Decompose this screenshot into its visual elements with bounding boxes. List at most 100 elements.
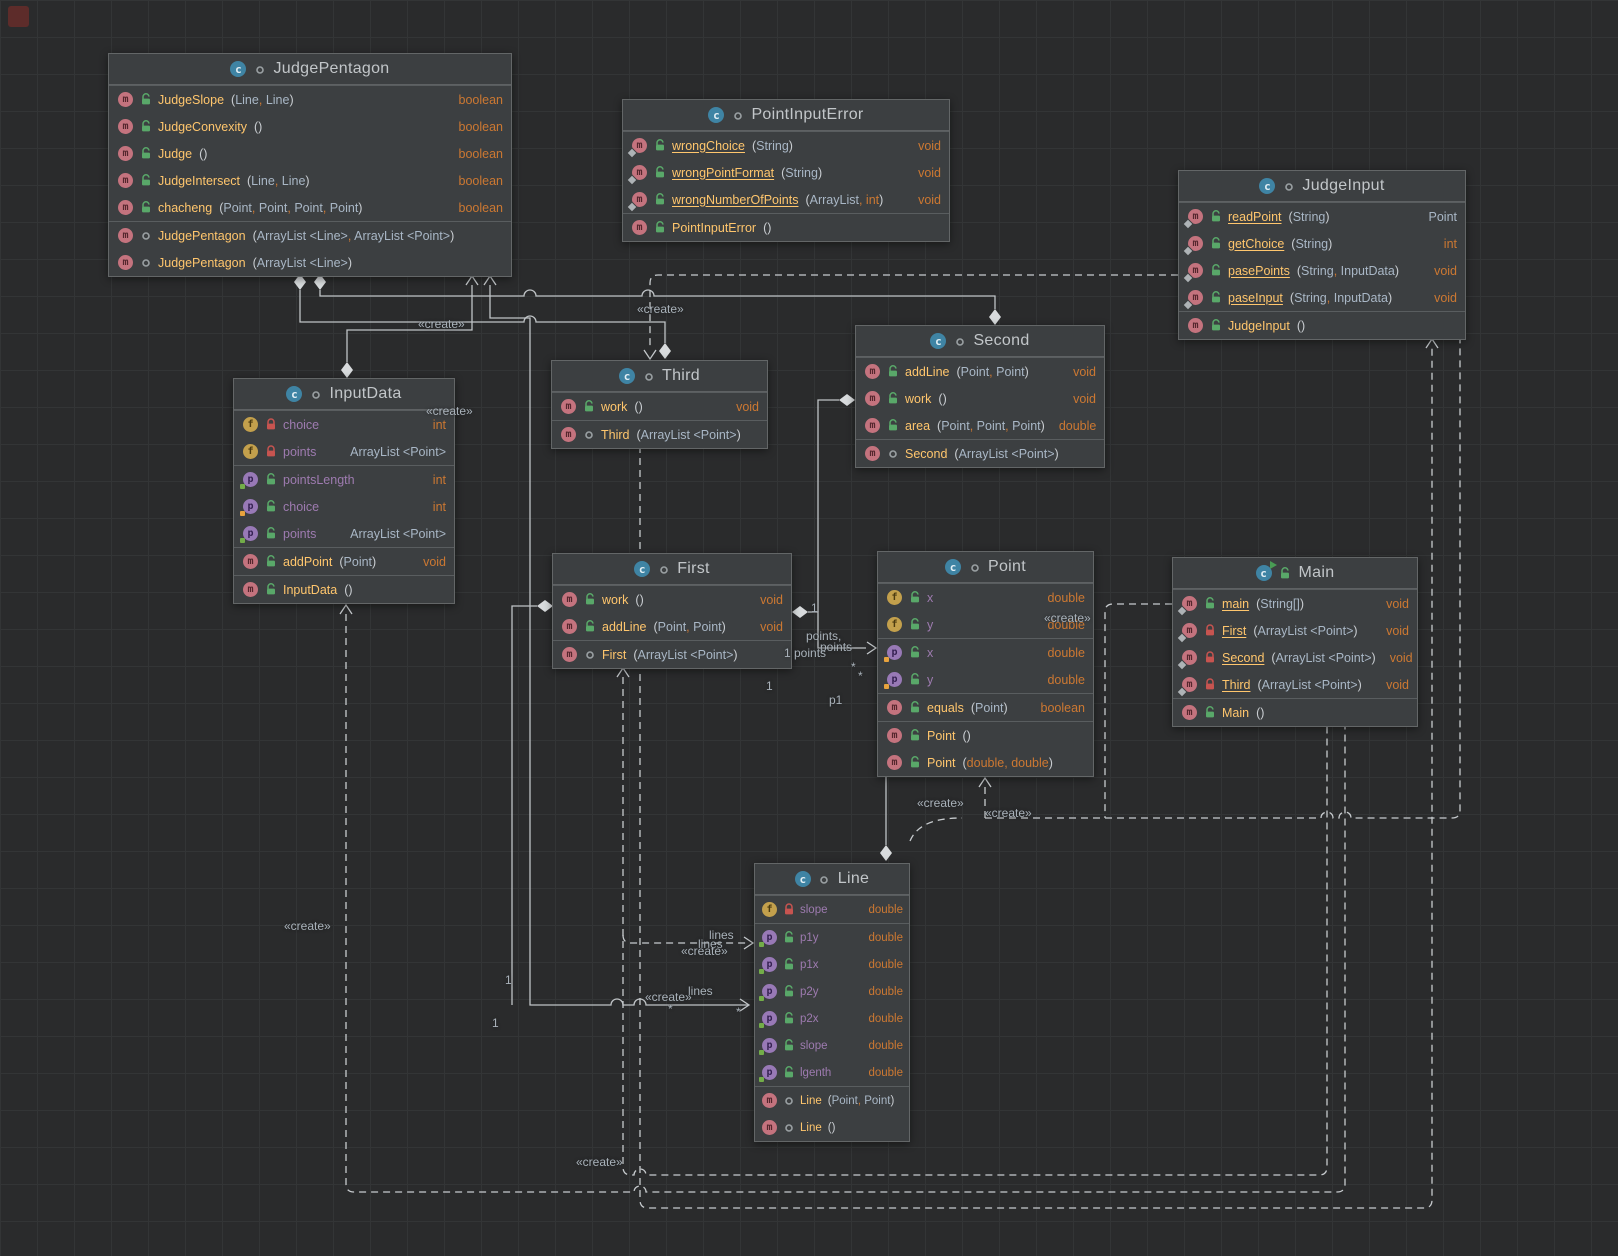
member-row[interactable]: p lgenth double [755,1059,909,1086]
property-icon: p [759,1065,777,1082]
visibility-package-icon [653,221,666,234]
member-row[interactable]: p p1x double [755,951,909,978]
member-row[interactable]: f slope double [755,896,909,923]
member-row[interactable]: m main (String[]) void [1173,590,1417,617]
member-row[interactable]: m addLine (Point, Point) void [856,358,1104,385]
member-section: m Point () m Point (double, double) [878,721,1093,776]
member-return-type: void [423,554,446,569]
member-row[interactable]: m paseInput (String, InputData) void [1179,284,1465,311]
member-row[interactable]: m JudgePentagon (ArrayList <Line>) [109,249,511,276]
member-row[interactable]: m First (ArrayList <Point>) void [1173,617,1417,644]
member-row[interactable]: p points ArrayList <Point> [234,520,454,547]
static-badge [1177,660,1187,670]
member-row[interactable]: m addPoint (Point) void [234,548,454,575]
member-row[interactable]: m First (ArrayList <Point>) [553,641,791,668]
member-row[interactable]: p p2y double [755,978,909,1005]
class-box-Point[interactable]: c Point f x double f y double p x double p y double m e… [877,551,1094,777]
class-box-PointInputError[interactable]: c PointInputError m wrongChoice (String) void… [622,99,950,242]
class-box-Third[interactable]: c Third m work () void m Third (ArrayList <Point… [551,360,768,449]
member-return-type: void [1389,650,1413,665]
class-box-Line[interactable]: c Line f slope double p p1y double p p1x double p p2… [754,863,910,1142]
visibility-package-icon [653,166,666,179]
member-row[interactable]: m JudgePentagon (ArrayList <Line>, ArrayLi… [109,222,511,249]
member-row[interactable]: m wrongChoice (String) void [623,132,949,159]
member-row[interactable]: p x double [878,639,1093,666]
method-icon: m [118,173,133,188]
member-row[interactable]: m JudgeIntersect (Line, Line) boolean [109,167,511,194]
member-row[interactable]: m work () void [553,586,791,613]
class-header[interactable]: c Main [1173,558,1417,589]
member-row[interactable]: m readPoint (String) Point [1179,203,1465,230]
class-box-First[interactable]: c First m work () void m addLine (Point, Point) v… [552,553,792,669]
edge-label: * [668,1002,673,1016]
member-row[interactable]: m addLine (Point, Point) void [553,613,791,640]
member-row[interactable]: m Second (ArrayList <Point>) [856,440,1104,467]
member-return-type: boolean [458,173,504,188]
member-row[interactable]: m Second (ArrayList <Point>) void [1173,644,1417,671]
visibility-package-icon [782,1012,795,1025]
member-row[interactable]: p slope double [755,1032,909,1059]
visibility-private-icon [264,445,277,458]
member-name: main [1222,596,1250,611]
member-row[interactable]: m equals (Point) boolean [878,694,1093,721]
member-row[interactable]: m JudgeInput () [1179,312,1465,339]
member-row[interactable]: m chacheng (Point, Point, Point, Point) boo… [109,194,511,221]
member-row[interactable]: m work () void [552,393,767,420]
member-row[interactable]: m JudgeSlope (Line, Line) boolean [109,86,511,113]
member-row[interactable]: m Third (ArrayList <Point>) [552,421,767,448]
class-box-Second[interactable]: c Second m addLine (Point, Point) void m work ()… [855,325,1105,468]
member-row[interactable]: m Third (ArrayList <Point>) void [1173,671,1417,698]
member-row[interactable]: m Point (double, double) [878,749,1093,776]
member-name: slope [800,903,828,916]
member-name: JudgeConvexity [158,119,247,134]
member-row[interactable]: p choice int [234,493,454,520]
member-row[interactable]: f x double [878,584,1093,611]
uml-diagram-canvas[interactable]: c JudgePentagon m JudgeSlope (Line, Line) boo… [0,0,1618,1256]
class-header[interactable]: c InputData [234,379,454,410]
member-row[interactable]: m Line () [755,1114,909,1141]
class-header[interactable]: c Line [755,864,909,895]
member-params: (ArrayList <Line>, ArrayList <Point>) [252,228,455,243]
class-header[interactable]: c PointInputError [623,100,949,131]
member-row[interactable]: m Main () [1173,699,1417,726]
member-row[interactable]: m PointInputError () [623,214,949,241]
class-box-Main[interactable]: c Main m main (String[]) void m First (ArrayList… [1172,557,1418,727]
member-row[interactable]: m Judge () boolean [109,140,511,167]
member-row[interactable]: p p2x double [755,1005,909,1032]
member-row[interactable]: m wrongPointFormat (String) void [623,159,949,186]
member-params: (Point) [339,554,377,569]
method-icon: m [887,755,902,770]
visibility-package-icon [583,593,596,606]
member-row[interactable]: m JudgeConvexity () boolean [109,113,511,140]
class-box-InputData[interactable]: c InputData f choice int f points ArrayList <Po… [233,378,455,604]
member-row[interactable]: m pasePoints (String, InputData) void [1179,257,1465,284]
member-row[interactable]: m area (Point, Point, Point) double [856,412,1104,439]
accessor-dot [759,969,764,974]
member-row[interactable]: f points ArrayList <Point> [234,438,454,465]
class-header[interactable]: c Third [552,361,767,392]
class-header[interactable]: c First [553,554,791,585]
class-header[interactable]: c Point [878,552,1093,583]
member-row[interactable]: m InputData () [234,576,454,603]
edge-label: «create» [985,806,1032,820]
class-header[interactable]: c JudgeInput [1179,171,1465,202]
method-icon: m [865,418,880,433]
member-row[interactable]: f choice int [234,411,454,438]
visibility-project-icon [642,370,655,383]
member-row[interactable]: m getChoice (String) int [1179,230,1465,257]
member-row[interactable]: p p1y double [755,924,909,951]
member-name: x [927,590,934,605]
member-row[interactable]: p pointsLength int [234,466,454,493]
member-row[interactable]: m Line (Point, Point) [755,1087,909,1114]
class-box-JudgePentagon[interactable]: c JudgePentagon m JudgeSlope (Line, Line) boo… [108,53,512,277]
member-row[interactable]: m work () void [856,385,1104,412]
member-row[interactable]: m wrongNumberOfPoints (ArrayList, int) void [623,186,949,213]
class-header[interactable]: c JudgePentagon [109,54,511,85]
member-name: JudgeSlope [158,92,225,107]
visibility-package-icon [908,591,921,604]
member-row[interactable]: m Point () [878,722,1093,749]
member-row[interactable]: p y double [878,666,1093,693]
member-name: wrongChoice [672,138,745,153]
class-header[interactable]: c Second [856,326,1104,357]
class-box-JudgeInput[interactable]: c JudgeInput m readPoint (String) Point m getCh… [1178,170,1466,340]
